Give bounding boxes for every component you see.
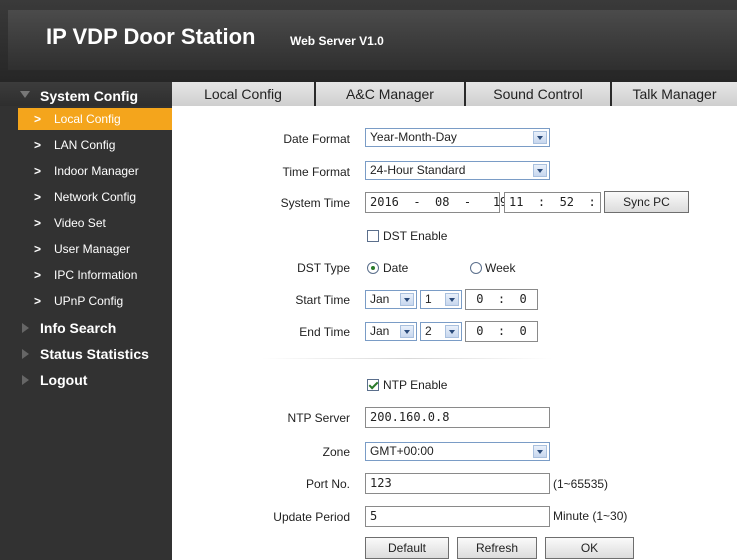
sidebar-item-ipc-information[interactable]: > IPC Information bbox=[18, 264, 172, 286]
dst-week-label: Week bbox=[485, 261, 516, 275]
start-time-label: Start Time bbox=[295, 293, 350, 307]
sidebar-item-network-config[interactable]: > Network Config bbox=[18, 186, 172, 208]
date-format-value: Year-Month-Day bbox=[370, 130, 457, 144]
start-month-select[interactable]: Jan bbox=[365, 290, 417, 309]
ntp-server-label: NTP Server bbox=[287, 411, 350, 425]
start-month-value: Jan bbox=[370, 292, 390, 306]
chevron-right-icon: > bbox=[34, 216, 42, 230]
collapse-arrow-icon bbox=[22, 349, 29, 359]
sidebar-item-upnp-config[interactable]: > UPnP Config bbox=[18, 290, 172, 312]
zone-label: Zone bbox=[322, 445, 350, 459]
end-time-label: End Time bbox=[299, 325, 350, 339]
dropdown-arrow-icon bbox=[533, 445, 547, 458]
system-time-label: System Time bbox=[280, 196, 350, 210]
dropdown-arrow-icon bbox=[533, 131, 547, 144]
time-format-label: Time Format bbox=[282, 165, 350, 179]
sidebar-item-label: Network Config bbox=[54, 190, 137, 204]
ntp-enable-label: NTP Enable bbox=[383, 378, 448, 392]
chevron-right-icon: > bbox=[34, 138, 42, 152]
sidebar-item-label: Video Set bbox=[54, 216, 106, 230]
tab-bar: Local Config A&C Manager Sound Control T… bbox=[172, 82, 737, 106]
sidebar-group-label: Status Statistics bbox=[40, 346, 149, 362]
sidebar-item-user-manager[interactable]: > User Manager bbox=[18, 238, 172, 260]
sidebar-item-lan-config[interactable]: > LAN Config bbox=[18, 134, 172, 156]
system-date-input[interactable]: 2016 - 08 - 19 bbox=[365, 192, 507, 213]
dst-type-label: DST Type bbox=[297, 261, 350, 275]
dst-week-radio[interactable] bbox=[470, 262, 482, 274]
sidebar-item-label: Local Config bbox=[54, 112, 121, 126]
update-period-input[interactable]: 5 bbox=[365, 506, 550, 527]
local-config-panel: Date Format Year-Month-Day Time Format 2… bbox=[172, 106, 737, 560]
chevron-right-icon: > bbox=[34, 112, 42, 126]
refresh-button[interactable]: Refresh bbox=[457, 537, 537, 559]
zone-value: GMT+00:00 bbox=[370, 444, 434, 458]
app-header: IP VDP Door Station Web Server V1.0 bbox=[0, 0, 737, 82]
section-divider bbox=[262, 358, 552, 359]
dst-date-label: Date bbox=[383, 261, 409, 275]
port-label: Port No. bbox=[305, 477, 350, 491]
update-period-hint: Minute (1~30) bbox=[553, 509, 628, 523]
collapse-arrow-icon bbox=[22, 375, 29, 385]
end-day-value: 2 bbox=[425, 324, 432, 338]
start-day-select[interactable]: 1 bbox=[420, 290, 462, 309]
system-clock-input[interactable]: 11 : 52 : 24 bbox=[504, 192, 625, 213]
sidebar-group-system-config[interactable]: System Config bbox=[0, 84, 172, 108]
sidebar-item-label: UPnP Config bbox=[54, 294, 124, 308]
sidebar: System Config > Local Config > LAN Confi… bbox=[0, 82, 172, 560]
ntp-enable-checkbox[interactable] bbox=[367, 379, 379, 391]
dst-date-radio[interactable] bbox=[367, 262, 379, 274]
sidebar-item-indoor-manager[interactable]: > Indoor Manager bbox=[18, 160, 172, 182]
tab-ac-manager[interactable]: A&C Manager bbox=[316, 82, 466, 106]
dst-enable-checkbox[interactable] bbox=[367, 230, 379, 242]
default-button[interactable]: Default bbox=[365, 537, 449, 559]
sidebar-item-label: LAN Config bbox=[54, 138, 116, 152]
chevron-right-icon: > bbox=[34, 268, 42, 282]
start-clock-input[interactable]: 0 : 0 bbox=[465, 289, 538, 310]
end-month-select[interactable]: Jan bbox=[365, 322, 417, 341]
chevron-right-icon: > bbox=[34, 190, 42, 204]
tab-talk-manager[interactable]: Talk Manager bbox=[612, 82, 737, 106]
chevron-right-icon: > bbox=[34, 164, 42, 178]
sidebar-group-label: Info Search bbox=[40, 320, 117, 336]
sidebar-item-local-config[interactable]: > Local Config bbox=[18, 108, 172, 130]
zone-select[interactable]: GMT+00:00 bbox=[365, 442, 550, 461]
sidebar-item-label: User Manager bbox=[54, 242, 131, 256]
chevron-right-icon: > bbox=[34, 294, 42, 308]
sidebar-group-label: System Config bbox=[40, 88, 139, 104]
time-format-select[interactable]: 24-Hour Standard bbox=[365, 161, 550, 180]
update-period-label: Update Period bbox=[273, 510, 350, 524]
ntp-server-input[interactable]: 200.160.0.8 bbox=[365, 407, 550, 428]
end-month-value: Jan bbox=[370, 324, 390, 338]
dropdown-arrow-icon bbox=[400, 325, 414, 338]
ok-button[interactable]: OK bbox=[545, 537, 634, 559]
sidebar-group-logout[interactable]: Logout bbox=[0, 368, 172, 392]
sidebar-item-label: IPC Information bbox=[54, 268, 138, 282]
dropdown-arrow-icon bbox=[445, 293, 459, 306]
sidebar-group-info-search[interactable]: Info Search bbox=[0, 316, 172, 340]
end-day-select[interactable]: 2 bbox=[420, 322, 462, 341]
tab-sound-control[interactable]: Sound Control bbox=[466, 82, 612, 106]
dropdown-arrow-icon bbox=[400, 293, 414, 306]
sidebar-item-video-set[interactable]: > Video Set bbox=[18, 212, 172, 234]
chevron-right-icon: > bbox=[34, 242, 42, 256]
sync-pc-button[interactable]: Sync PC bbox=[604, 191, 689, 213]
dropdown-arrow-icon bbox=[533, 164, 547, 177]
date-format-select[interactable]: Year-Month-Day bbox=[365, 128, 550, 147]
port-hint: (1~65535) bbox=[553, 477, 609, 491]
date-format-label: Date Format bbox=[283, 132, 350, 146]
expand-arrow-icon bbox=[20, 91, 30, 98]
end-clock-input[interactable]: 0 : 0 bbox=[465, 321, 538, 342]
port-input[interactable]: 123 bbox=[365, 473, 550, 494]
app-version: Web Server V1.0 bbox=[290, 34, 384, 48]
sidebar-item-label: Indoor Manager bbox=[54, 164, 139, 178]
sidebar-group-status-statistics[interactable]: Status Statistics bbox=[0, 342, 172, 366]
start-day-value: 1 bbox=[425, 292, 432, 306]
dropdown-arrow-icon bbox=[445, 325, 459, 338]
app-title: IP VDP Door Station bbox=[46, 24, 256, 49]
sidebar-group-label: Logout bbox=[40, 372, 88, 388]
tab-local-config[interactable]: Local Config bbox=[172, 82, 316, 106]
collapse-arrow-icon bbox=[22, 323, 29, 333]
dst-enable-label: DST Enable bbox=[383, 229, 448, 243]
time-format-value: 24-Hour Standard bbox=[370, 163, 466, 177]
